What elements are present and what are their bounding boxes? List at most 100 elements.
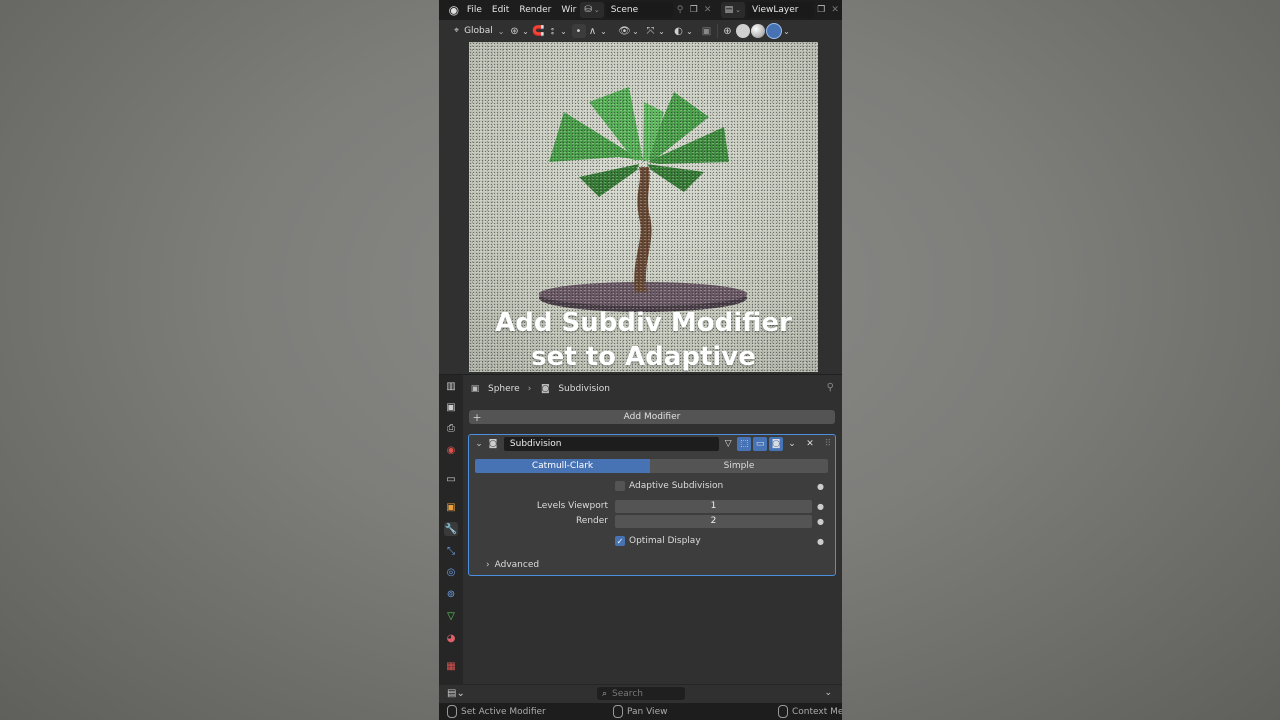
- transform-orientation-dropdown[interactable]: ⌖ Global ⌄: [451, 23, 508, 39]
- viewport-display-icon[interactable]: ▭: [753, 437, 768, 451]
- object-tab-icon[interactable]: ▣: [444, 500, 458, 514]
- render-levels-field[interactable]: 2: [615, 514, 812, 528]
- simple-option[interactable]: Simple: [650, 459, 828, 473]
- levels-viewport-field[interactable]: 1: [615, 499, 812, 513]
- optimal-display-checkbox[interactable]: ✓ Optimal Display: [615, 536, 701, 546]
- visibility-icon[interactable]: 👁: [618, 24, 632, 38]
- rendered-viewport[interactable]: Add Subdiv Modifier set to Adaptive: [469, 42, 818, 372]
- search-input[interactable]: ⌕ Search: [597, 687, 685, 700]
- falloff-icon[interactable]: ∧: [586, 24, 600, 38]
- chevron-down-icon[interactable]: ⌄: [785, 437, 799, 451]
- close-icon[interactable]: ✕: [701, 2, 715, 18]
- chevron-down-icon[interactable]: ⌄: [824, 688, 832, 698]
- catmull-clark-option[interactable]: Catmull-Clark: [475, 459, 650, 473]
- pin-icon[interactable]: ⚲: [673, 2, 687, 18]
- chevron-down-icon[interactable]: ⌄: [686, 24, 694, 38]
- overlays-icon[interactable]: ◐: [672, 24, 686, 38]
- subdivision-modifier-icon: ◙: [488, 439, 498, 449]
- optimal-display-row: ✓ Optimal Display ●: [469, 534, 835, 548]
- render-tab-icon[interactable]: ▣: [444, 400, 458, 414]
- scene-name-field[interactable]: Scene: [605, 2, 674, 18]
- proportional-edit-icon[interactable]: •: [571, 24, 586, 38]
- status-left-text: Set Active Modifier: [461, 706, 546, 717]
- particles-tab-icon[interactable]: ⤡: [444, 544, 458, 558]
- chevron-down-icon[interactable]: ⌄: [600, 24, 608, 38]
- keyframe-dot-icon[interactable]: ●: [817, 517, 824, 526]
- collapse-chevron-icon[interactable]: ⌄: [472, 439, 486, 449]
- breadcrumb-modifier: Subdivision: [558, 384, 610, 394]
- physics-tab-icon[interactable]: ◎: [444, 565, 458, 579]
- status-hint-right: Context Men: [778, 705, 842, 718]
- menu-window[interactable]: Wir: [561, 5, 576, 15]
- blender-window: ◉ File Edit Render Wir ⛁ ⌄ Scene ⚲ ❐ ✕ ▤…: [439, 0, 842, 720]
- chevron-down-icon[interactable]: ⌄: [632, 24, 640, 38]
- new-view-layer-icon[interactable]: ❐: [814, 2, 828, 18]
- data-tab-icon[interactable]: ▽: [444, 609, 458, 623]
- adaptive-subdivision-row: Adaptive Subdivision ●: [469, 479, 835, 493]
- chevron-down-icon[interactable]: ⌄: [522, 24, 530, 38]
- properties-footer: ▤⌄ ⌕ Search ⌄: [439, 684, 842, 703]
- advanced-label: Advanced: [494, 560, 540, 570]
- edit-mode-cage-icon[interactable]: ▽: [721, 437, 735, 451]
- render-camera-icon[interactable]: ◙: [769, 437, 784, 451]
- chevron-down-icon: ⌄: [735, 6, 741, 14]
- editor-type-icon[interactable]: ▤⌄: [447, 688, 465, 699]
- modifier-name-field[interactable]: Subdivision: [503, 437, 720, 451]
- pivot-point-icon[interactable]: ⊛: [508, 24, 522, 38]
- texture-tab-icon[interactable]: ▦: [444, 659, 458, 673]
- render-levels-label: Render: [575, 516, 608, 526]
- world-tab-icon[interactable]: ▭: [444, 472, 458, 486]
- divider: [716, 24, 718, 38]
- modifier-icon: ◙: [540, 384, 550, 394]
- scene-selector[interactable]: ⛁ ⌄: [580, 2, 604, 18]
- keyframe-dot-icon[interactable]: ●: [817, 482, 824, 491]
- chevron-down-icon[interactable]: ⌄: [658, 24, 666, 38]
- keyframe-dot-icon[interactable]: ●: [817, 537, 824, 546]
- snap-target-icon[interactable]: ⦂: [546, 24, 560, 38]
- chevron-down-icon[interactable]: ⌄: [782, 24, 792, 38]
- xray-icon[interactable]: ▣: [700, 24, 714, 38]
- caption-line-1: Add Subdiv Modifier: [495, 308, 792, 338]
- constraints-tab-icon[interactable]: ⊚: [444, 587, 458, 601]
- solid-shading-icon[interactable]: [735, 24, 750, 38]
- orientation-icon: ⌖: [454, 26, 460, 36]
- new-scene-icon[interactable]: ❐: [687, 2, 701, 18]
- properties-editor: ▥ ▣ ⎙ ◉ ▭ ▣ 🔧 ⤡ ◎ ⊚ ▽ ◕ ▦ ▣ Sphere › ◙ S…: [439, 374, 842, 685]
- status-right-text: Context Men: [792, 706, 842, 717]
- subdivision-type-toggle: Catmull-Clark Simple: [475, 459, 828, 473]
- scene-tab-icon[interactable]: ◉: [444, 443, 458, 457]
- close-icon[interactable]: ✕: [828, 2, 842, 18]
- pin-icon[interactable]: ⚲: [827, 382, 834, 393]
- view-layer-name-field[interactable]: ViewLayer: [746, 2, 815, 18]
- breadcrumb: ▣ Sphere › ◙ Subdivision: [469, 380, 610, 398]
- adaptive-subdivision-checkbox[interactable]: Adaptive Subdivision: [615, 481, 723, 491]
- menu-file[interactable]: File: [467, 5, 482, 15]
- edit-mode-icon[interactable]: ⬚: [737, 437, 752, 451]
- menu-render[interactable]: Render: [519, 5, 551, 15]
- wireframe-shading-icon[interactable]: ⊕: [721, 24, 735, 38]
- chevron-down-icon[interactable]: ⌄: [560, 24, 568, 38]
- snap-icon[interactable]: 🧲: [532, 24, 546, 38]
- gizmo-icon[interactable]: ⤧: [644, 24, 658, 38]
- material-preview-icon[interactable]: [750, 24, 765, 38]
- view-layer-selector[interactable]: ▤ ⌄: [720, 2, 745, 18]
- drag-handle-icon[interactable]: ⠿: [821, 437, 835, 451]
- rendered-shading-icon[interactable]: [765, 23, 782, 39]
- chevron-right-icon: ›: [527, 384, 532, 394]
- plus-icon: +: [472, 410, 482, 424]
- keyframe-dot-icon[interactable]: ●: [817, 502, 824, 511]
- tool-tab-icon[interactable]: ▥: [444, 379, 458, 393]
- scene-icon: ⛁: [584, 5, 592, 15]
- add-modifier-button[interactable]: + Add Modifier: [469, 410, 835, 424]
- checkbox-box: [615, 481, 625, 491]
- material-tab-icon[interactable]: ◕: [444, 631, 458, 645]
- status-middle-text: Pan View: [627, 706, 668, 717]
- output-tab-icon[interactable]: ⎙: [444, 421, 458, 435]
- delete-modifier-icon[interactable]: ✕: [803, 437, 817, 451]
- menu-edit[interactable]: Edit: [492, 5, 509, 15]
- advanced-subpanel-header[interactable]: › Advanced: [469, 558, 835, 572]
- view-layer-icon: ▤: [724, 5, 734, 15]
- modifier-tab-icon[interactable]: 🔧: [444, 522, 458, 536]
- blender-logo-icon[interactable]: ◉: [447, 3, 461, 17]
- chevron-right-icon: ›: [486, 560, 490, 570]
